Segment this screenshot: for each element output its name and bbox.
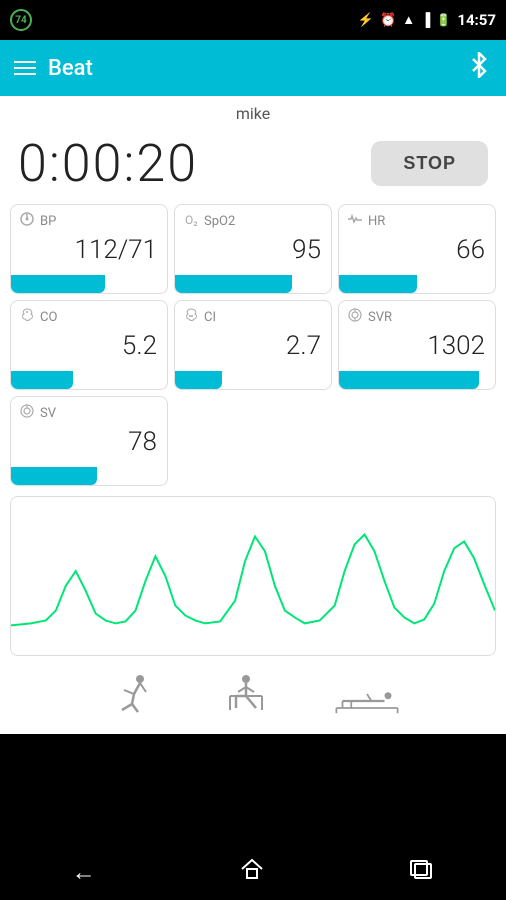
metric-card-sv: SV 78	[10, 396, 168, 486]
nav-bar: ←	[0, 844, 506, 900]
metric-header-ci: CI	[175, 301, 331, 327]
metric-header-svr: SVR	[339, 301, 495, 327]
app-title: Beat	[48, 56, 93, 81]
ecg-chart	[11, 497, 495, 655]
metric-bar-bp	[11, 275, 105, 293]
metric-label-hr: HR	[368, 214, 385, 229]
activity-running-icon[interactable]	[104, 672, 158, 716]
status-left: 74	[10, 9, 32, 31]
bluetooth-status-icon: ⚡	[358, 13, 374, 28]
metric-bar-ci	[175, 371, 222, 389]
metric-card-hr: HR 66	[338, 204, 496, 294]
battery-circle-icon: 74	[10, 9, 32, 31]
metric-label-ci: CI	[204, 310, 216, 325]
metric-header-co: CO	[11, 301, 167, 327]
co-icon	[19, 307, 35, 327]
metric-label-bp: BP	[40, 214, 56, 229]
bp-icon	[19, 211, 35, 231]
activity-sitting-icon[interactable]	[218, 672, 272, 716]
alarm-icon: ⏰	[380, 13, 396, 28]
metric-bar-hr	[339, 275, 417, 293]
menu-button[interactable]	[14, 61, 36, 75]
timer-row: 0:00:20 STOP	[0, 127, 506, 204]
metric-header-sv: SV	[11, 397, 167, 423]
activity-row	[0, 662, 506, 724]
metric-value-bp: 112/71	[11, 231, 167, 275]
spo2-icon: O₂	[183, 211, 199, 231]
activity-lying-icon[interactable]	[332, 672, 402, 716]
status-bar: 74 ⚡ ⏰ ▲ ▐ 🔋 14:57	[0, 0, 506, 40]
svr-icon	[347, 307, 363, 327]
ci-icon	[183, 307, 199, 327]
metric-value-sv: 78	[11, 423, 167, 467]
chart-area	[10, 496, 496, 656]
metric-value-ci: 2.7	[175, 327, 331, 371]
app-bar-left: Beat	[14, 56, 93, 81]
metric-bar-spo2	[175, 275, 292, 293]
metric-bar-sv	[11, 467, 97, 485]
time-display: 14:57	[457, 11, 496, 29]
metric-label-co: CO	[40, 310, 57, 325]
battery-icon: 🔋	[436, 13, 451, 27]
bluetooth-button[interactable]	[466, 52, 492, 84]
metric-header-hr: HR	[339, 205, 495, 231]
metric-card-svr: SVR 1302	[338, 300, 496, 390]
back-button[interactable]: ←	[72, 858, 96, 887]
sv-row: SV 78	[0, 390, 506, 486]
metric-card-ci: CI 2.7	[174, 300, 332, 390]
metric-value-hr: 66	[339, 231, 495, 275]
metric-value-spo2: 95	[175, 231, 331, 275]
metric-label-sv: SV	[40, 406, 56, 421]
metric-label-spo2: SpO2	[204, 214, 235, 229]
metric-value-svr: 1302	[339, 327, 495, 371]
metric-card-bp: BP 112/71	[10, 204, 168, 294]
metric-bar-svr	[339, 371, 479, 389]
user-name: mike	[0, 96, 506, 127]
timer-display: 0:00:20	[18, 133, 198, 194]
metric-label-svr: SVR	[368, 310, 392, 325]
recent-apps-icon	[408, 856, 434, 882]
metric-bar-co	[11, 371, 73, 389]
metric-card-co: CO 5.2	[10, 300, 168, 390]
metric-value-co: 5.2	[11, 327, 167, 371]
stop-button[interactable]: STOP	[371, 141, 488, 186]
metric-header-spo2: O₂ SpO2	[175, 205, 331, 231]
home-icon	[239, 856, 265, 882]
bluetooth-icon	[466, 52, 492, 78]
metrics-grid: BP 112/71 O₂ SpO2 95 HR 66	[0, 204, 506, 390]
sv-icon	[19, 403, 35, 423]
home-button[interactable]	[239, 856, 265, 888]
metric-card-spo2: O₂ SpO2 95	[174, 204, 332, 294]
app-bar: Beat	[0, 40, 506, 96]
metric-header-bp: BP	[11, 205, 167, 231]
main-content: mike 0:00:20 STOP BP 112/71 O₂ SpO2	[0, 96, 506, 734]
signal-icon: ▐	[421, 12, 430, 28]
recent-apps-button[interactable]	[408, 856, 434, 888]
svg-text:O₂: O₂	[185, 213, 198, 227]
status-right: ⚡ ⏰ ▲ ▐ 🔋 14:57	[358, 11, 496, 29]
hr-icon	[347, 211, 363, 231]
wifi-icon: ▲	[402, 12, 415, 28]
